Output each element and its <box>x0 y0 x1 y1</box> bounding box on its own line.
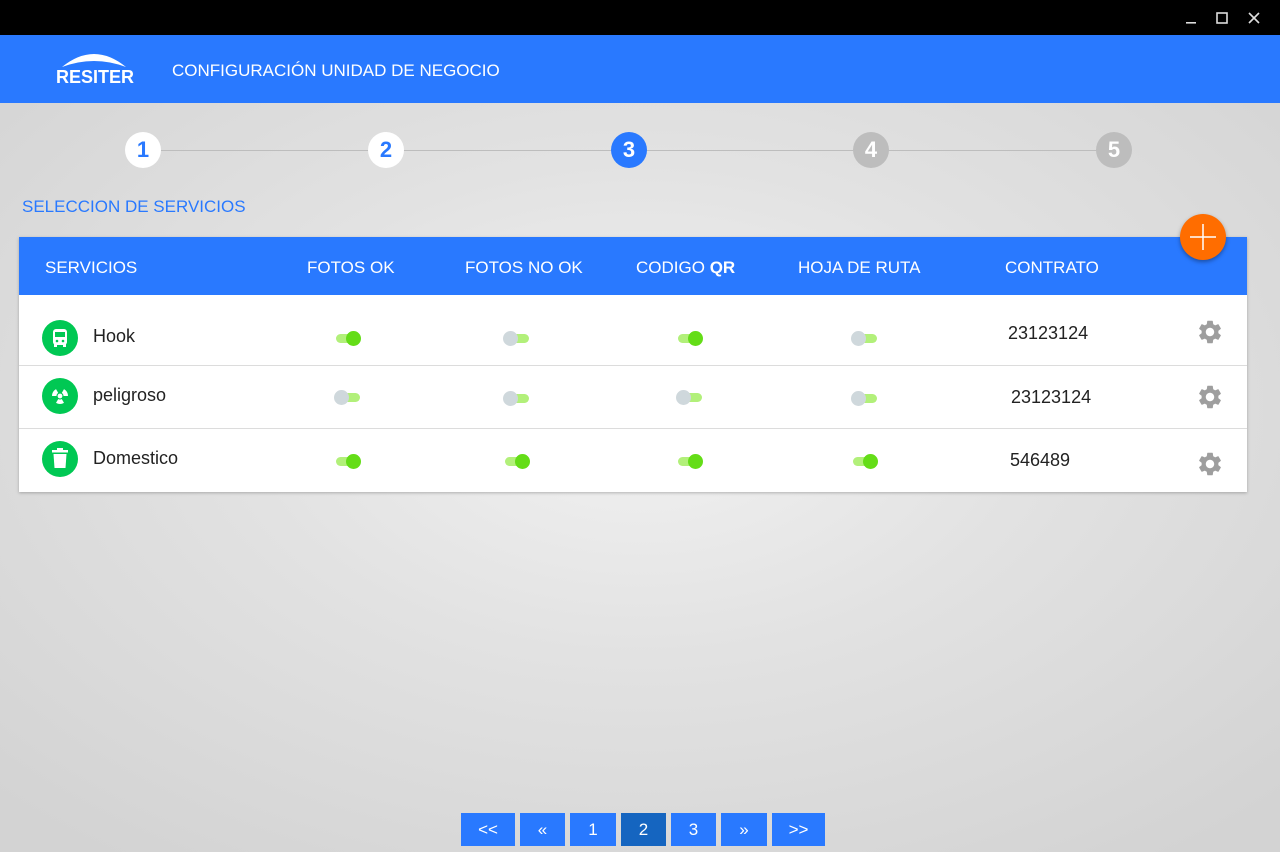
pagination-page-3[interactable]: 3 <box>671 813 716 846</box>
column-header-codigo-qr: CODIGO QR <box>636 258 735 278</box>
window-titlebar <box>0 0 1280 35</box>
plus-icon <box>1190 224 1216 250</box>
contract-number: 546489 <box>1010 450 1071 470</box>
toggle-fotos-ok[interactable] <box>334 389 362 405</box>
service-name: Hook <box>93 326 136 346</box>
trash-icon <box>42 441 78 477</box>
column-header-services: SERVICIOS <box>45 258 138 277</box>
pagination-last[interactable]: >> <box>772 813 825 846</box>
toggle-codigo-qr[interactable] <box>676 330 704 346</box>
service-name: peligroso <box>93 385 167 405</box>
pagination-page-1[interactable]: 1 <box>570 813 616 846</box>
toggle-fotos-ok[interactable] <box>334 330 362 346</box>
pagination-next[interactable]: » <box>721 813 767 846</box>
column-header-fotos-ok: FOTOS OK <box>307 258 395 277</box>
column-header-hoja-de-ruta: HOJA DE RUTA <box>798 258 921 277</box>
toggle-fotos-no-ok[interactable] <box>503 390 531 406</box>
toggle-hoja-de-ruta[interactable] <box>851 453 879 469</box>
contract-number: 23123124 <box>1011 387 1092 407</box>
gear-icon[interactable] <box>1196 318 1224 346</box>
minimize-icon[interactable] <box>1181 8 1201 28</box>
maximize-icon[interactable] <box>1212 8 1232 28</box>
service-name: Domestico <box>93 448 179 468</box>
toggle-hoja-de-ruta[interactable] <box>851 330 879 346</box>
toggle-fotos-ok[interactable] <box>334 453 362 469</box>
step-2[interactable]: 2 <box>368 132 404 168</box>
toggle-codigo-qr[interactable] <box>676 453 704 469</box>
app-header: RESITER CONFIGURACIÓN UNIDAD DE NEGOCIO <box>0 35 1280 103</box>
logo-text: RESITER <box>56 67 135 87</box>
services-table: SERVICIOS FOTOS OK FOTOS NO OK CODIGO QR… <box>19 237 1247 492</box>
column-header-qr-label: QR <box>709 258 736 277</box>
step-4[interactable]: 4 <box>853 132 889 168</box>
pagination-prev[interactable]: « <box>520 813 565 846</box>
bus-icon <box>42 320 78 356</box>
add-service-button[interactable] <box>1180 214 1226 260</box>
toggle-codigo-qr[interactable] <box>676 389 704 405</box>
toggle-hoja-de-ruta[interactable] <box>851 390 879 406</box>
resiter-logo: RESITER <box>56 47 134 91</box>
column-header-contrato: CONTRATO <box>1005 258 1099 277</box>
table-row: Hook 23123124 <box>19 295 1247 366</box>
table-row: Domestico 546489 <box>19 429 1247 492</box>
table-header: SERVICIOS FOTOS OK FOTOS NO OK CODIGO QR… <box>19 237 1247 295</box>
gear-icon[interactable] <box>1196 450 1224 478</box>
step-5[interactable]: 5 <box>1096 132 1132 168</box>
table-row: peligroso 23123124 <box>19 366 1247 429</box>
section-title: SELECCION DE SERVICIOS <box>22 197 246 216</box>
page-title: CONFIGURACIÓN UNIDAD DE NEGOCIO <box>172 61 500 80</box>
step-1[interactable]: 1 <box>125 132 161 168</box>
close-icon[interactable] <box>1244 8 1264 28</box>
pagination-page-2[interactable]: 2 <box>621 813 666 846</box>
column-header-codigo-label: CODIGO <box>636 258 705 277</box>
contract-number: 23123124 <box>1008 323 1089 343</box>
pagination-first[interactable]: << <box>461 813 515 846</box>
column-header-fotos-no-ok: FOTOS NO OK <box>465 258 583 277</box>
step-3[interactable]: 3 <box>611 132 647 168</box>
gear-icon[interactable] <box>1196 383 1224 411</box>
radiation-icon <box>42 378 78 414</box>
toggle-fotos-no-ok[interactable] <box>503 453 531 469</box>
toggle-fotos-no-ok[interactable] <box>503 330 531 346</box>
